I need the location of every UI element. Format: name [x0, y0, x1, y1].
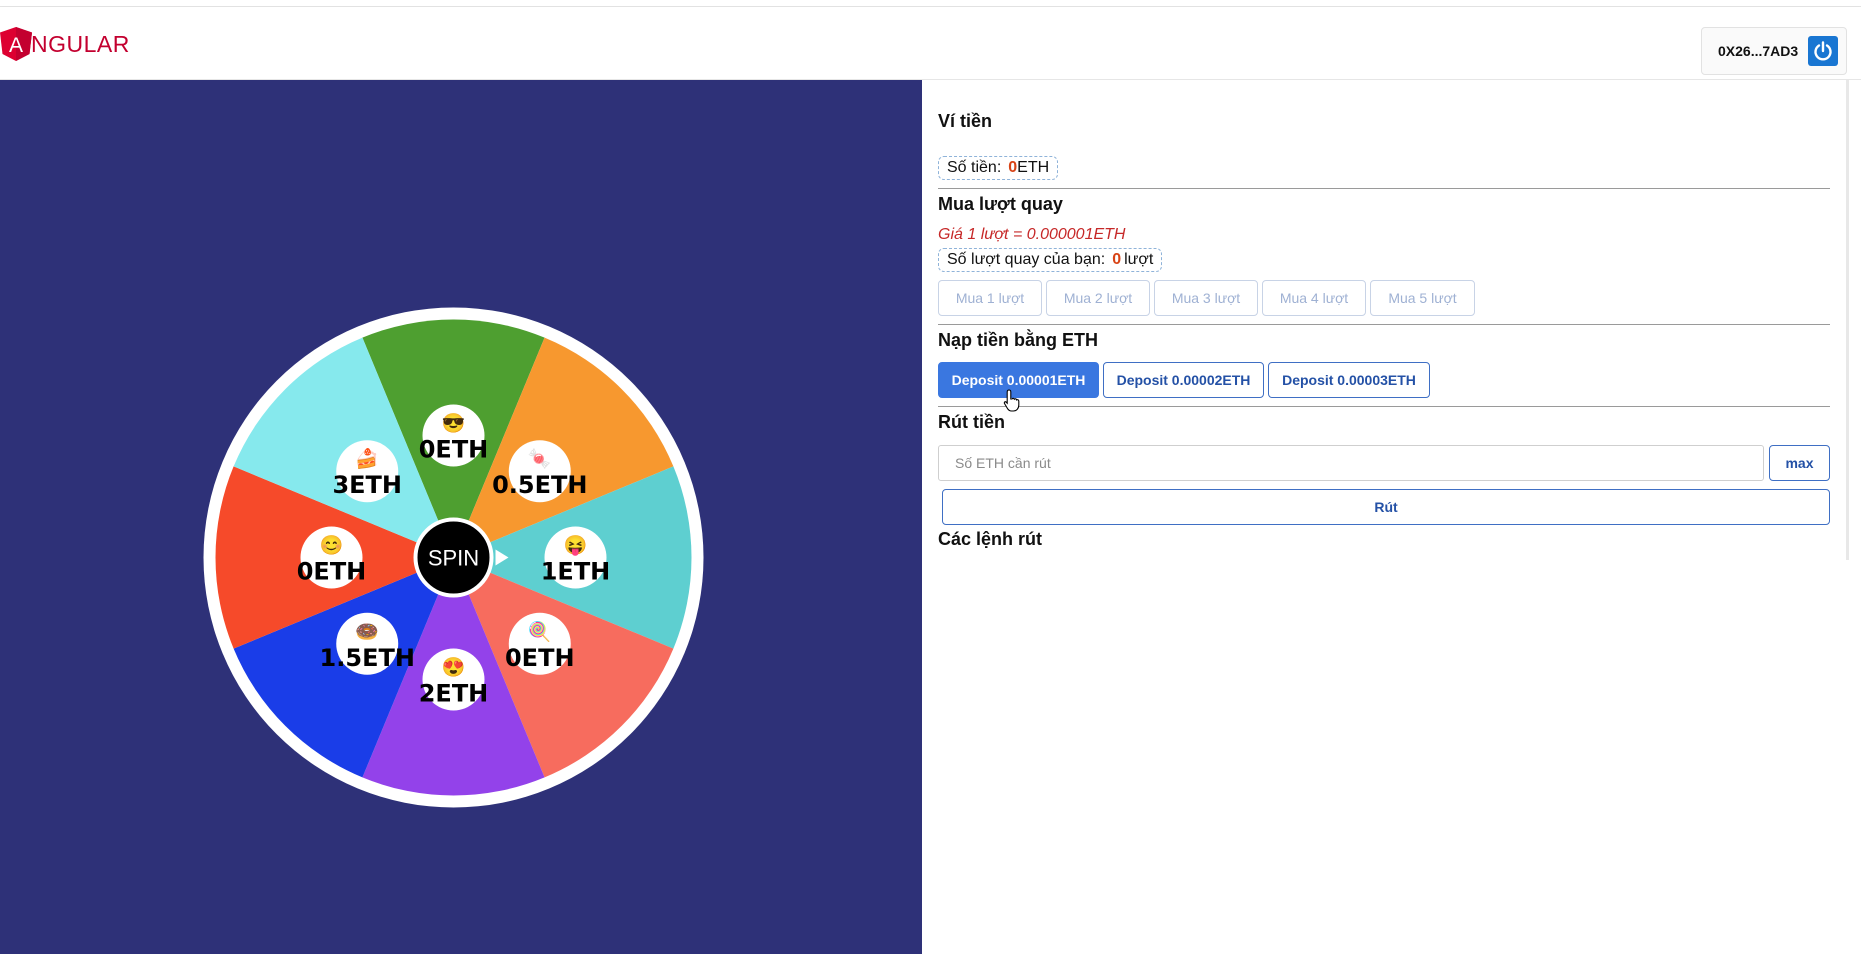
buy-2-spins-button[interactable]: Mua 2 lượt: [1046, 280, 1150, 316]
prize-emoji-icon: 😝: [564, 535, 588, 557]
prize-label: 0.5ETH: [492, 471, 587, 499]
prize-emoji-icon: 😎: [442, 413, 466, 435]
balance-value: 0: [1008, 159, 1018, 176]
prize-emoji-icon: 🍩: [355, 622, 379, 643]
buy-3-spins-button[interactable]: Mua 3 lượt: [1154, 280, 1258, 316]
prize-emoji-icon: 🍭: [528, 619, 552, 643]
prize-label: 3ETH: [332, 471, 402, 499]
wallet-address: 0X26...7AD3: [1718, 43, 1799, 59]
withdraw-amount-input[interactable]: [938, 445, 1764, 481]
spins-count-box: Số lượt quay của bạn: 0 lượt: [938, 248, 1163, 272]
buy-4-spins-button[interactable]: Mua 4 lượt: [1262, 280, 1366, 316]
spins-label: Số lượt quay của bạn:: [947, 251, 1106, 268]
spins-unit: lượt: [1124, 251, 1154, 268]
prize-emoji-icon: 🍰: [355, 447, 379, 470]
prize-label: 2ETH: [419, 680, 489, 708]
withdraw-button[interactable]: Rút: [942, 489, 1830, 525]
wheel-panel: 😎 0ETH 🍬 0.5ETH 😝 1ETH 🍭 0ETH 😍 2ETH 🍩 1.5ETH 😊 0ETH 🍰…: [0, 80, 922, 954]
prize-emoji-icon: 😍: [442, 657, 466, 679]
header: A NGULAR 0X26...7AD3: [0, 7, 1861, 80]
prize-label: 0ETH: [419, 436, 489, 464]
prize-label: 0ETH: [297, 558, 367, 586]
balance-label: Số tiền:: [947, 159, 1002, 176]
deposit-title: Nạp tiền bằng ETH: [938, 330, 1099, 350]
deposit-2-button[interactable]: Deposit 0.00002ETH: [1103, 362, 1264, 398]
spin-label: SPIN: [428, 546, 479, 571]
prize-label: 1ETH: [541, 558, 611, 586]
divider: [938, 324, 1830, 325]
angular-shield-icon: A: [0, 27, 32, 61]
prize-label: 1.5ETH: [320, 644, 415, 672]
buy-spins-title: Mua lượt quay: [938, 194, 1063, 214]
max-button[interactable]: max: [1769, 445, 1830, 481]
wallet-title: Ví tiền: [938, 111, 993, 131]
angular-logo[interactable]: A NGULAR: [0, 27, 130, 61]
buy-1-spin-button[interactable]: Mua 1 lượt: [938, 280, 1042, 316]
spins-value: 0: [1112, 251, 1122, 268]
hand-cursor-icon: [1003, 389, 1020, 412]
prize-emoji-icon: 🍬: [528, 447, 552, 470]
prize-emoji-icon: 😊: [320, 535, 344, 557]
divider: [938, 188, 1830, 189]
withdraw-title: Rút tiền: [938, 412, 1005, 432]
withdraw-orders-title: Các lệnh rút: [938, 529, 1043, 549]
account-widget[interactable]: 0X26...7AD3: [1701, 27, 1847, 75]
deposit-3-button[interactable]: Deposit 0.00003ETH: [1268, 362, 1430, 398]
prize-wheel[interactable]: 😎0ETH 🍬0.5ETH😝1ETH🍭0ETH😍2ETH🍩1.5ETH😊0ETH🍰…: [203, 307, 704, 808]
prize-label: 0ETH: [505, 644, 575, 672]
svg-text:A: A: [9, 34, 23, 57]
balance-box: Số tiền: 0 ETH: [938, 156, 1059, 180]
divider: [938, 406, 1830, 407]
spin-price: Giá 1 lượt = 0.000001ETH: [938, 226, 1126, 243]
balance-unit: ETH: [1017, 159, 1050, 176]
disconnect-button[interactable]: [1808, 36, 1838, 66]
power-icon: [1814, 41, 1832, 61]
scrollbar[interactable]: [1846, 80, 1849, 560]
buy-5-spins-button[interactable]: Mua 5 lượt: [1370, 280, 1475, 316]
logo-text: NGULAR: [31, 30, 130, 57]
